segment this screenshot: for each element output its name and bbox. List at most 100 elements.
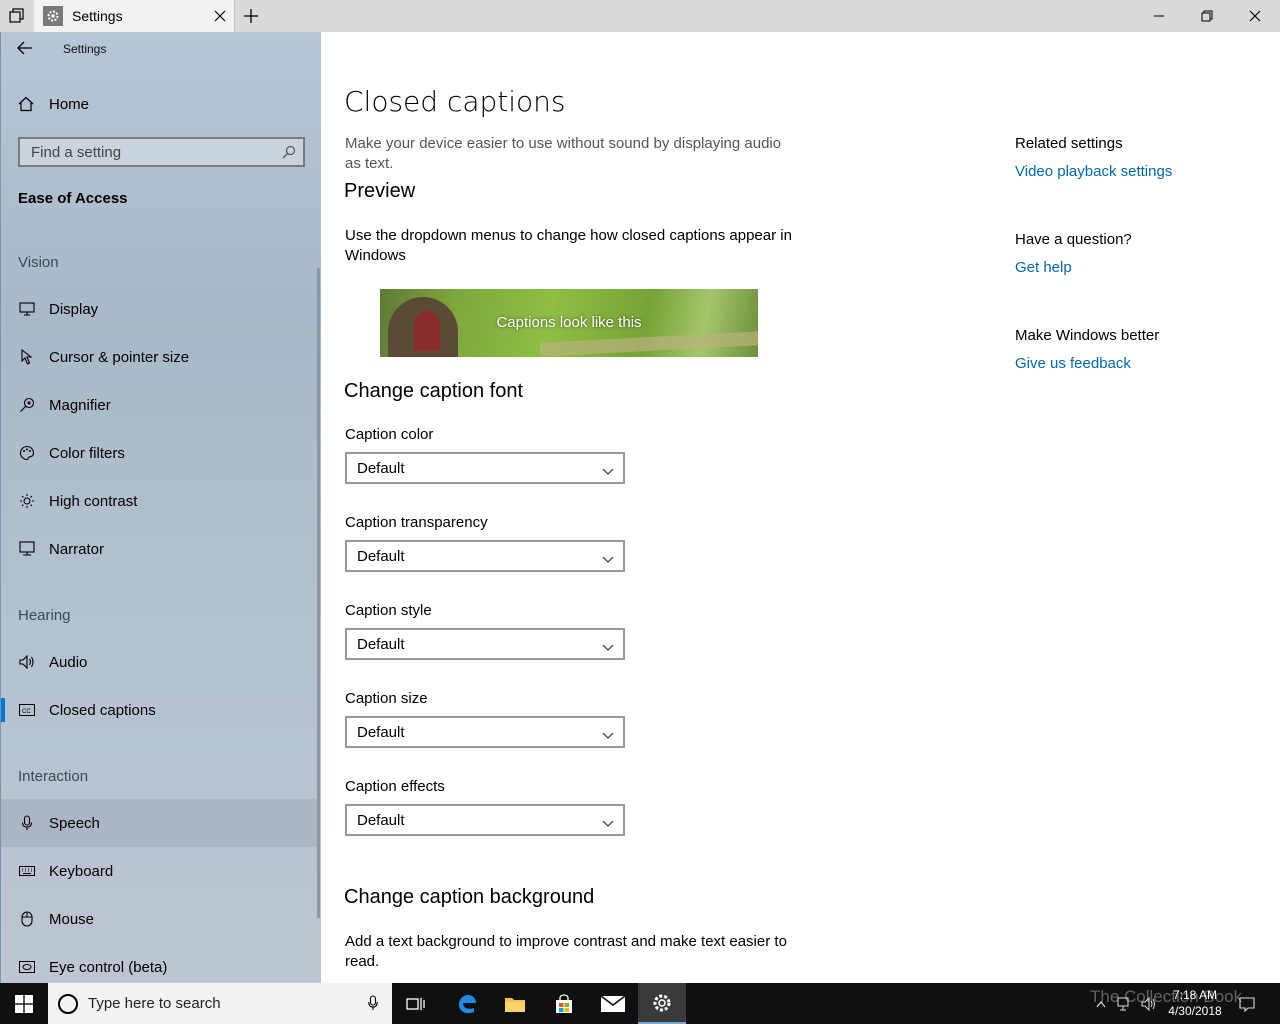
background-heading: Change caption background bbox=[344, 886, 595, 908]
caption-preview-image: Captions look like this bbox=[380, 289, 758, 357]
task-view-icon[interactable] bbox=[392, 983, 440, 1024]
settings-app-icon[interactable] bbox=[638, 983, 686, 1024]
mouse-icon bbox=[18, 910, 36, 928]
sidebar-item-cursor[interactable]: Cursor & pointer size bbox=[1, 333, 317, 381]
eye-control-icon bbox=[18, 958, 36, 976]
chevron-down-icon bbox=[602, 551, 614, 569]
sidebar-item-label: Color filters bbox=[49, 444, 125, 462]
taskbar-clock[interactable]: 7:18 AM 4/30/2018 bbox=[1160, 987, 1230, 1019]
mail-icon[interactable] bbox=[589, 983, 637, 1024]
cortana-icon bbox=[58, 994, 78, 1014]
back-arrow-icon[interactable] bbox=[17, 41, 37, 57]
caption-size-label: Caption size bbox=[345, 690, 428, 707]
store-icon[interactable] bbox=[540, 983, 588, 1024]
selection-indicator bbox=[1, 698, 5, 722]
sidebar-item-high-contrast[interactable]: High contrast bbox=[1, 477, 317, 525]
minimize-icon[interactable] bbox=[1135, 0, 1183, 32]
microphone-icon[interactable] bbox=[368, 995, 378, 1016]
title-bar: Settings bbox=[0, 0, 1280, 32]
close-icon[interactable] bbox=[1231, 0, 1279, 32]
sidebar-header: Settings bbox=[63, 42, 107, 56]
question-heading: Have a question? bbox=[1015, 231, 1132, 248]
dropdown-value: Default bbox=[357, 723, 405, 741]
chevron-down-icon bbox=[602, 639, 614, 657]
caption-size-dropdown[interactable]: Default bbox=[345, 716, 625, 748]
caption-effects-label: Caption effects bbox=[345, 778, 445, 795]
setting-search-box[interactable] bbox=[18, 137, 305, 167]
sidebar-item-audio[interactable]: Audio bbox=[1, 638, 317, 686]
sidebar-item-magnifier[interactable]: Magnifier bbox=[1, 381, 317, 429]
preview-path bbox=[539, 331, 758, 357]
settings-gear-icon bbox=[43, 6, 63, 26]
tab-title: Settings bbox=[72, 8, 123, 24]
sidebar-item-label: Magnifier bbox=[49, 396, 111, 414]
dropdown-value: Default bbox=[357, 459, 405, 477]
preview-heading: Preview bbox=[344, 180, 416, 202]
page-description: Make your device easier to use without s… bbox=[345, 135, 782, 172]
sidebar-item-label: Keyboard bbox=[49, 862, 114, 880]
cursor-icon bbox=[18, 348, 36, 366]
preview-description: Use the dropdown menus to change how clo… bbox=[345, 227, 792, 264]
windows-start-icon[interactable] bbox=[0, 983, 48, 1024]
sidebar-item-mouse[interactable]: Mouse bbox=[1, 895, 317, 943]
sun-icon bbox=[18, 492, 36, 510]
sidebar-item-closed-captions[interactable]: CC Closed captions bbox=[1, 686, 317, 734]
sidebar-item-narrator[interactable]: Narrator bbox=[1, 525, 317, 573]
setting-search-input[interactable] bbox=[29, 142, 278, 162]
sidebar-item-speech[interactable]: Speech bbox=[1, 799, 317, 847]
sidebar-item-keyboard[interactable]: Keyboard bbox=[1, 847, 317, 895]
clock-date: 4/30/2018 bbox=[1168, 1004, 1222, 1018]
action-center-icon[interactable] bbox=[1234, 983, 1260, 1024]
caption-effects-dropdown[interactable]: Default bbox=[345, 804, 625, 836]
sidebar-item-home[interactable]: Home bbox=[1, 88, 321, 120]
new-tab-icon[interactable] bbox=[243, 8, 259, 29]
palette-icon bbox=[18, 444, 36, 462]
chevron-down-icon bbox=[602, 463, 614, 481]
group-header-interaction: Interaction bbox=[18, 768, 89, 785]
show-hidden-icons-icon[interactable] bbox=[1090, 983, 1112, 1024]
settings-tab[interactable]: Settings bbox=[34, 0, 235, 32]
home-label: Home bbox=[49, 95, 90, 113]
caption-style-label: Caption style bbox=[345, 602, 432, 619]
display-icon bbox=[18, 300, 36, 318]
caption-transparency-dropdown[interactable]: Default bbox=[345, 540, 625, 572]
edge-browser-icon[interactable] bbox=[443, 983, 491, 1024]
group-header-vision: Vision bbox=[18, 254, 59, 271]
taskbar-search-box[interactable]: Type here to search bbox=[48, 983, 392, 1024]
closed-captions-icon: CC bbox=[18, 701, 36, 719]
keyboard-icon bbox=[18, 862, 36, 880]
get-help-link[interactable]: Get help bbox=[1015, 259, 1072, 276]
taskbar-search-placeholder: Type here to search bbox=[88, 995, 221, 1012]
dropdown-value: Default bbox=[357, 547, 405, 565]
caption-color-label: Caption color bbox=[345, 426, 434, 443]
file-explorer-icon[interactable] bbox=[491, 983, 539, 1024]
video-playback-link[interactable]: Video playback settings bbox=[1015, 163, 1172, 180]
dropdown-value: Default bbox=[357, 811, 405, 829]
caption-style-dropdown[interactable]: Default bbox=[345, 628, 625, 660]
font-heading: Change caption font bbox=[344, 380, 524, 402]
sidebar: Settings Home Ease of Access Vision Disp… bbox=[0, 32, 321, 983]
narrator-icon bbox=[18, 540, 36, 558]
background-description: Add a text background to improve contras… bbox=[345, 933, 787, 970]
sidebar-item-color-filters[interactable]: Color filters bbox=[1, 429, 317, 477]
svg-text:CC: CC bbox=[22, 709, 31, 715]
clock-time: 7:18 AM bbox=[1172, 988, 1218, 1002]
feedback-link[interactable]: Give us feedback bbox=[1015, 355, 1131, 372]
sidebar-item-label: Narrator bbox=[49, 540, 105, 558]
sidebar-item-display[interactable]: Display bbox=[1, 285, 317, 333]
sidebar-item-label: High contrast bbox=[49, 492, 138, 510]
chevron-down-icon bbox=[602, 727, 614, 745]
home-icon bbox=[18, 96, 36, 112]
tab-close-icon[interactable] bbox=[214, 9, 226, 27]
speaker-icon bbox=[18, 653, 36, 671]
caption-color-dropdown[interactable]: Default bbox=[345, 452, 625, 484]
sidebar-scrollbar[interactable] bbox=[317, 268, 320, 918]
section-title: Ease of Access bbox=[18, 190, 128, 207]
sidebar-item-label: Mouse bbox=[49, 910, 95, 928]
restore-icon[interactable] bbox=[1183, 0, 1231, 32]
sidebar-item-label: Display bbox=[49, 300, 99, 318]
network-icon[interactable] bbox=[1114, 983, 1136, 1024]
search-icon[interactable] bbox=[282, 145, 296, 164]
tab-overview-icon[interactable] bbox=[0, 0, 34, 32]
volume-icon[interactable] bbox=[1138, 983, 1160, 1024]
